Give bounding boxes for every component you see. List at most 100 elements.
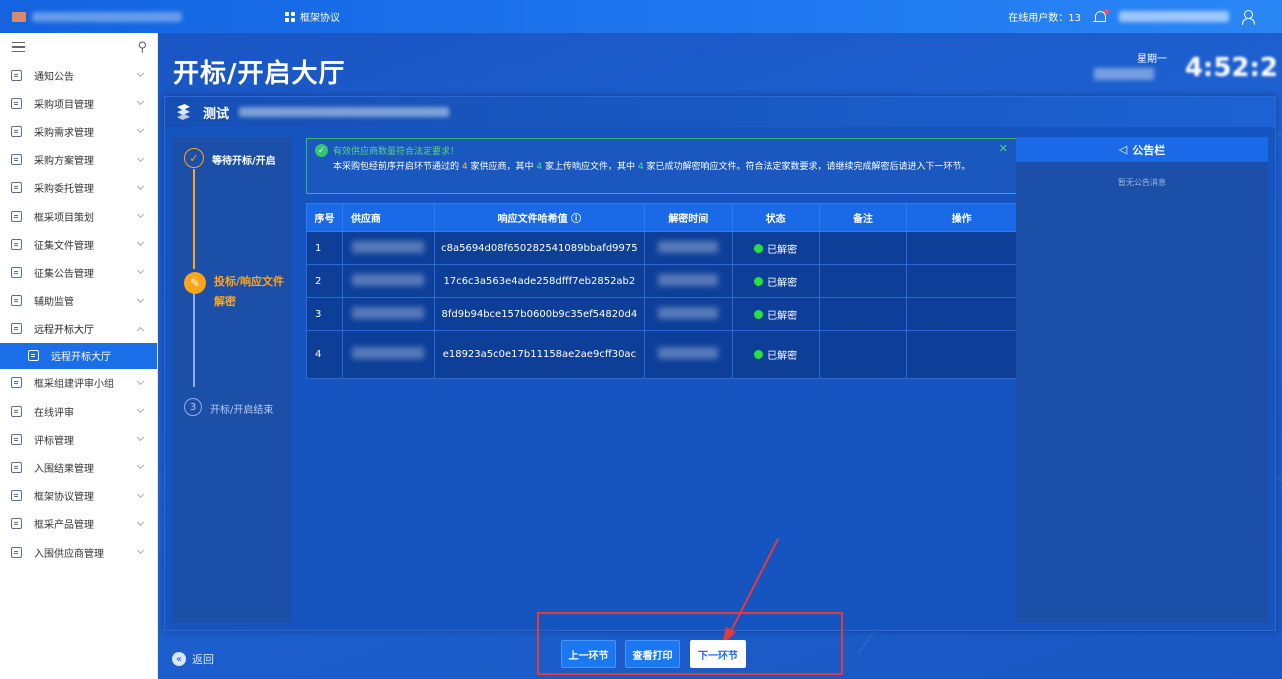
sidebar-item[interactable]: 框架协议管理 <box>0 482 157 510</box>
check-circle-icon: ✓ <box>315 144 328 157</box>
back-arrow-icon: « <box>172 652 186 666</box>
sidebar-item[interactable]: 征集文件管理 <box>0 230 157 258</box>
menu-item-icon <box>11 97 22 109</box>
count-decrypted: 4 <box>637 162 644 172</box>
sidebar-item-label: 评标管理 <box>34 435 74 447</box>
alert-text: 家供应商，其中 <box>470 162 534 172</box>
online-users: 在线用户数：13 <box>1008 13 1081 24</box>
tab-framework-agreement[interactable]: 框架协议 <box>285 9 340 24</box>
sidebar-item-label: 框采产品管理 <box>34 520 94 532</box>
sidebar-item-label: 入围结果管理 <box>34 464 94 476</box>
cell-time <box>643 264 733 298</box>
cell-status: 已解密 <box>731 330 820 379</box>
sidebar-item[interactable]: 采购需求管理 <box>0 117 157 145</box>
sidebar-item-remote-opening[interactable]: 远程开标大厅 <box>0 315 157 343</box>
close-icon[interactable]: ✕ <box>999 142 1008 155</box>
col-header: 备注 <box>818 203 908 232</box>
menu-item-icon <box>11 266 22 278</box>
chevron-down-icon <box>136 518 145 526</box>
notice-header: ◁ 公告栏 <box>1016 137 1268 162</box>
cell-time <box>643 330 733 379</box>
step-decrypt: ✎ 投标/响应文件解密 <box>184 272 286 312</box>
sidebar-item[interactable]: 采购委托管理 <box>0 174 157 202</box>
help-icon[interactable]: ⓘ <box>571 214 581 225</box>
count-passed: 4 <box>461 162 468 172</box>
sidebar-item-label: 征集公告管理 <box>34 268 94 280</box>
menu-item-icon <box>11 69 22 81</box>
sidebar-item-label: 远程开标大厅 <box>34 325 94 337</box>
user-icon[interactable] <box>1241 9 1255 25</box>
sidebar-item[interactable]: 采购方案管理 <box>0 146 157 174</box>
chevron-down-icon <box>136 210 145 218</box>
sidebar-item[interactable]: 入围供应商管理 <box>0 538 157 566</box>
cell-no: 1 <box>306 231 343 265</box>
bell-icon[interactable] <box>1093 8 1109 24</box>
sidebar-item-label: 采购委托管理 <box>34 184 94 196</box>
cell-no: 4 <box>306 330 343 379</box>
sidebar-item-label: 采购方案管理 <box>34 156 94 168</box>
chevron-down-icon <box>136 406 145 414</box>
sidebar-item[interactable]: 在线评审 <box>0 397 157 425</box>
status-dot <box>754 350 764 359</box>
chevron-down-icon <box>136 239 145 247</box>
sidebar-item[interactable]: 征集公告管理 <box>0 258 157 286</box>
logo-text-blurred <box>32 11 182 22</box>
cell-status: 已解密 <box>731 231 820 265</box>
table-row: 1 c8a5694d08f650282541089bbafd9975 已解密 <box>306 231 1017 265</box>
sidebar-item-label: 通知公告 <box>34 71 74 83</box>
sidebar-subitem-active[interactable]: 远程开标大厅 <box>0 342 157 369</box>
sidebar-item-label: 框采项目策划 <box>34 212 94 224</box>
print-button[interactable]: 查看打印 <box>625 640 680 668</box>
sidebar-item[interactable]: 采购项目管理 <box>0 89 157 117</box>
col-header: 序号 <box>306 203 343 232</box>
alert-text: 家上传响应文件，其中 <box>545 162 636 172</box>
step-label: 等待开标/开启 <box>212 156 276 167</box>
supplier-table: 序号 供应商 响应文件哈希值 ⓘ 解密时间 状态 备注 操作 1 c8a5694… <box>306 203 1017 379</box>
back-button[interactable]: « 返回 <box>172 651 214 667</box>
menu-item-icon <box>28 350 39 362</box>
sidebar-item[interactable]: 框采项目策划 <box>0 202 157 230</box>
cell-supplier <box>341 330 435 379</box>
menu-item-icon <box>11 323 22 335</box>
sidebar-item-label: 在线评审 <box>34 407 74 419</box>
cell-supplier <box>341 264 435 298</box>
pin-icon[interactable]: ⚲ <box>137 40 147 55</box>
notice-board: ◁ 公告栏 暂无公告消息 <box>1016 137 1268 623</box>
supplier-blurred <box>352 347 425 359</box>
prev-step-button[interactable]: 上一环节 <box>561 640 616 668</box>
sidebar-item[interactable]: 评标管理 <box>0 425 157 453</box>
sidebar-item-label: 框架协议管理 <box>34 492 94 504</box>
sidebar-item[interactable]: 框采产品管理 <box>0 510 157 538</box>
step-tracker: ✓ 等待开标/开启 ✎ 投标/响应文件解密 3 开标/开启结束 <box>173 137 291 623</box>
cell-supplier <box>341 297 435 331</box>
time-blurred <box>658 347 719 359</box>
cell-no: 3 <box>306 297 343 331</box>
cell-action <box>906 297 1017 331</box>
time-blurred <box>658 306 719 319</box>
menu-icon[interactable] <box>12 42 25 52</box>
cell-status: 已解密 <box>731 297 820 331</box>
table-row: 2 17c6c3a563e4ade258dfff7eb2852ab2 已解密 <box>306 264 1017 298</box>
chevron-down-icon <box>136 182 145 190</box>
next-step-button[interactable]: 下一环节 <box>690 640 746 668</box>
cell-action <box>906 264 1017 298</box>
sidebar-item-label: 采购需求管理 <box>34 127 94 139</box>
col-header: 操作 <box>906 203 1017 232</box>
col-header: 供应商 <box>341 203 435 232</box>
supplier-blurred <box>352 306 425 319</box>
time-blurred <box>658 240 719 253</box>
menu-item-icon <box>11 238 22 250</box>
user-name-blurred[interactable] <box>1119 11 1229 22</box>
top-right: 在线用户数：13 <box>1008 0 1255 33</box>
menu-item-icon <box>11 433 22 445</box>
page-title: 开标/开启大厅 <box>173 59 346 89</box>
sidebar-subitem-label: 远程开标大厅 <box>51 352 111 364</box>
sidebar-item[interactable]: 入围结果管理 <box>0 453 157 481</box>
chevron-down-icon <box>136 295 145 303</box>
sidebar-item[interactable]: 通知公告 <box>0 61 157 89</box>
cell-hash: 17c6c3a563e4ade258dfff7eb2852ab2 <box>433 264 645 298</box>
menu-item-icon <box>11 462 22 474</box>
chevron-down-icon <box>136 490 145 498</box>
sidebar-item[interactable]: 辅助监管 <box>0 287 157 315</box>
sidebar-item[interactable]: 框采组建评审小组 <box>0 369 157 397</box>
